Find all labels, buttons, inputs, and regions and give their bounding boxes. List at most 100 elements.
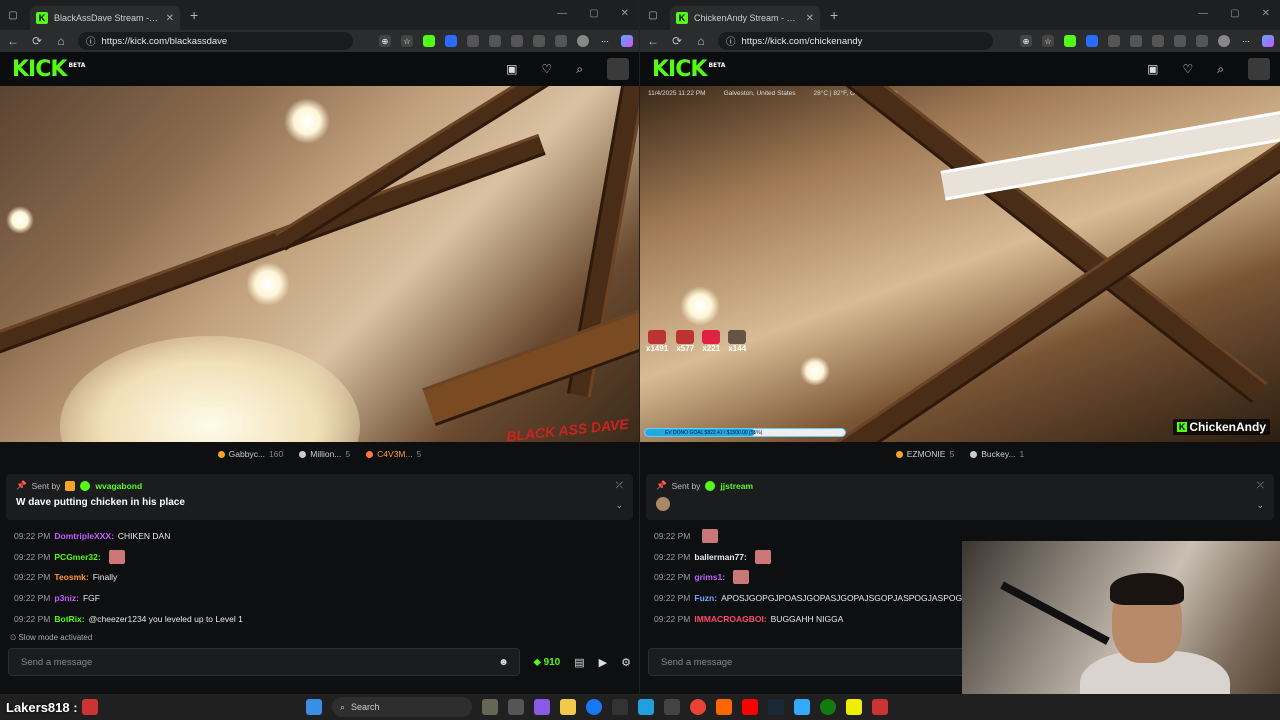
store-icon[interactable]: ▣	[506, 62, 517, 76]
favorite-star-icon[interactable]: ☆	[1042, 35, 1054, 47]
stream-video-player[interactable]: BLACK ASS DAVE	[0, 86, 639, 442]
app-icon[interactable]	[846, 699, 862, 715]
home-icon[interactable]: ⌂	[694, 34, 708, 48]
message-username[interactable]: Teosmk:	[54, 572, 88, 582]
maximize-icon[interactable]: ▢	[1230, 8, 1239, 19]
rail-item[interactable]: C4V3M... 5	[366, 449, 421, 459]
tab-actions-icon[interactable]: ▢	[6, 8, 20, 22]
kick-logo[interactable]: KICK BETA	[652, 57, 725, 82]
new-tab-icon[interactable]: +	[190, 7, 198, 23]
tab-actions-icon[interactable]: ▢	[646, 8, 660, 22]
url-field[interactable]: ⓘ https://kick.com/blackassdave	[78, 32, 353, 50]
shield-icon[interactable]	[555, 35, 567, 47]
refresh-icon[interactable]: ⟳	[30, 34, 44, 48]
message-username[interactable]: ballerman77:	[694, 552, 746, 562]
rail-item[interactable]: Million... 5	[299, 449, 350, 459]
chevron-down-icon[interactable]: ⌄	[615, 500, 623, 511]
user-avatar[interactable]	[1248, 58, 1270, 80]
search-icon[interactable]: ⌕	[1217, 62, 1224, 77]
extensions-puzzle-icon[interactable]	[489, 35, 501, 47]
kick-extension-icon[interactable]	[1064, 35, 1076, 47]
message-username[interactable]: p3niz:	[54, 593, 79, 603]
kick-icon[interactable]: ▶	[599, 656, 607, 669]
read-aloud-icon[interactable]: ⊕	[379, 35, 391, 47]
rail-item[interactable]: Gabbyc... 160	[217, 449, 283, 459]
app-icon[interactable]	[872, 699, 888, 715]
unpin-icon[interactable]: ⤫	[616, 480, 623, 491]
close-window-icon[interactable]: ✕	[1262, 8, 1270, 19]
channel-points[interactable]: ⬥ 910	[534, 657, 560, 668]
pinned-user[interactable]: wvagabond	[95, 481, 142, 491]
profile-avatar[interactable]	[577, 35, 589, 47]
store-icon[interactable]: ▣	[1147, 62, 1158, 76]
extension-icon[interactable]	[467, 35, 479, 47]
read-aloud-icon[interactable]: ⊕	[1020, 35, 1032, 47]
chat-input[interactable]: Send a message ☻	[8, 648, 520, 676]
rail-item[interactable]: EZMONIE 5	[895, 449, 954, 459]
back-icon[interactable]: ←	[646, 34, 660, 48]
xbox-icon[interactable]	[820, 699, 836, 715]
gift-icon[interactable]: ▤	[574, 656, 584, 669]
new-tab-icon[interactable]: +	[830, 7, 838, 23]
app-icon[interactable]	[794, 699, 810, 715]
copilot-icon[interactable]	[1262, 35, 1274, 47]
copilot-icon[interactable]	[621, 35, 633, 47]
message-username[interactable]: BotRix:	[54, 614, 84, 624]
minimize-icon[interactable]: —	[557, 8, 567, 19]
youtube-icon[interactable]	[742, 699, 758, 715]
browser-tab[interactable]: K BlackAssDave Stream - Watch ✕	[30, 6, 180, 30]
file-explorer-icon[interactable]	[560, 699, 576, 715]
profile-avatar[interactable]	[1218, 35, 1230, 47]
close-tab-icon[interactable]: ✕	[806, 13, 814, 24]
favorites-icon[interactable]	[1174, 35, 1186, 47]
back-icon[interactable]: ←	[6, 34, 20, 48]
calculator-icon[interactable]	[664, 699, 680, 715]
search-icon[interactable]: ⌕	[576, 62, 583, 77]
url-field[interactable]: ⓘ https://kick.com/chickenandy	[718, 32, 993, 50]
split-screen-icon[interactable]	[1152, 35, 1164, 47]
kick-extension-icon[interactable]	[423, 35, 435, 47]
user-avatar[interactable]	[607, 58, 629, 80]
message-username[interactable]: grims1:	[694, 572, 725, 582]
message-username[interactable]: IMMACROAGBOI:	[694, 614, 766, 624]
message-username[interactable]: PCGmer32:	[54, 552, 100, 562]
rail-item[interactable]: Buckey... 1	[970, 449, 1024, 459]
home-icon[interactable]: ⌂	[54, 34, 68, 48]
unpin-icon[interactable]: ⤫	[1257, 480, 1264, 491]
refresh-icon[interactable]: ⟳	[670, 34, 684, 48]
close-tab-icon[interactable]: ✕	[166, 13, 174, 24]
site-info-icon[interactable]: ⓘ	[86, 34, 96, 48]
chrome-icon[interactable]	[690, 699, 706, 715]
more-menu-icon[interactable]: ⋯	[599, 35, 611, 47]
taskbar-search[interactable]: ⌕ Search	[332, 697, 472, 717]
stream-video-player[interactable]: 11/4/2025 11:22 PM Galveston, United Sta…	[640, 86, 1280, 442]
extension-icon[interactable]	[445, 35, 457, 47]
more-menu-icon[interactable]: ⋯	[1240, 35, 1252, 47]
chevron-down-icon[interactable]: ⌄	[1256, 500, 1264, 511]
maximize-icon[interactable]: ▢	[589, 8, 598, 19]
favorite-star-icon[interactable]: ☆	[401, 35, 413, 47]
message-username[interactable]: Fuzn:	[694, 593, 717, 603]
site-info-icon[interactable]: ⓘ	[726, 34, 736, 48]
app-icon[interactable]	[534, 699, 550, 715]
start-menu-icon[interactable]	[306, 699, 322, 715]
heart-icon[interactable]: ♡	[1183, 62, 1194, 76]
browser-tab[interactable]: K ChickenAndy Stream - Watch ✕	[670, 6, 820, 30]
kick-logo[interactable]: KICK BETA	[12, 57, 85, 82]
steam-icon[interactable]	[768, 699, 784, 715]
minimize-icon[interactable]: —	[1198, 8, 1208, 19]
extension-icon[interactable]	[1086, 35, 1098, 47]
shield-icon[interactable]	[1196, 35, 1208, 47]
facebook-icon[interactable]	[586, 699, 602, 715]
app-icon[interactable]	[716, 699, 732, 715]
message-username[interactable]: DomtripleXXX:	[54, 531, 114, 541]
amazon-icon[interactable]	[612, 699, 628, 715]
pinned-user[interactable]: jjstream	[720, 481, 753, 491]
favorites-icon[interactable]	[533, 35, 545, 47]
settings-gear-icon[interactable]: ⚙	[621, 656, 631, 669]
heart-icon[interactable]: ♡	[542, 62, 553, 76]
extension-icon[interactable]	[1108, 35, 1120, 47]
close-window-icon[interactable]: ✕	[621, 8, 629, 19]
emoji-icon[interactable]: ☻	[498, 657, 509, 668]
extensions-puzzle-icon[interactable]	[1130, 35, 1142, 47]
